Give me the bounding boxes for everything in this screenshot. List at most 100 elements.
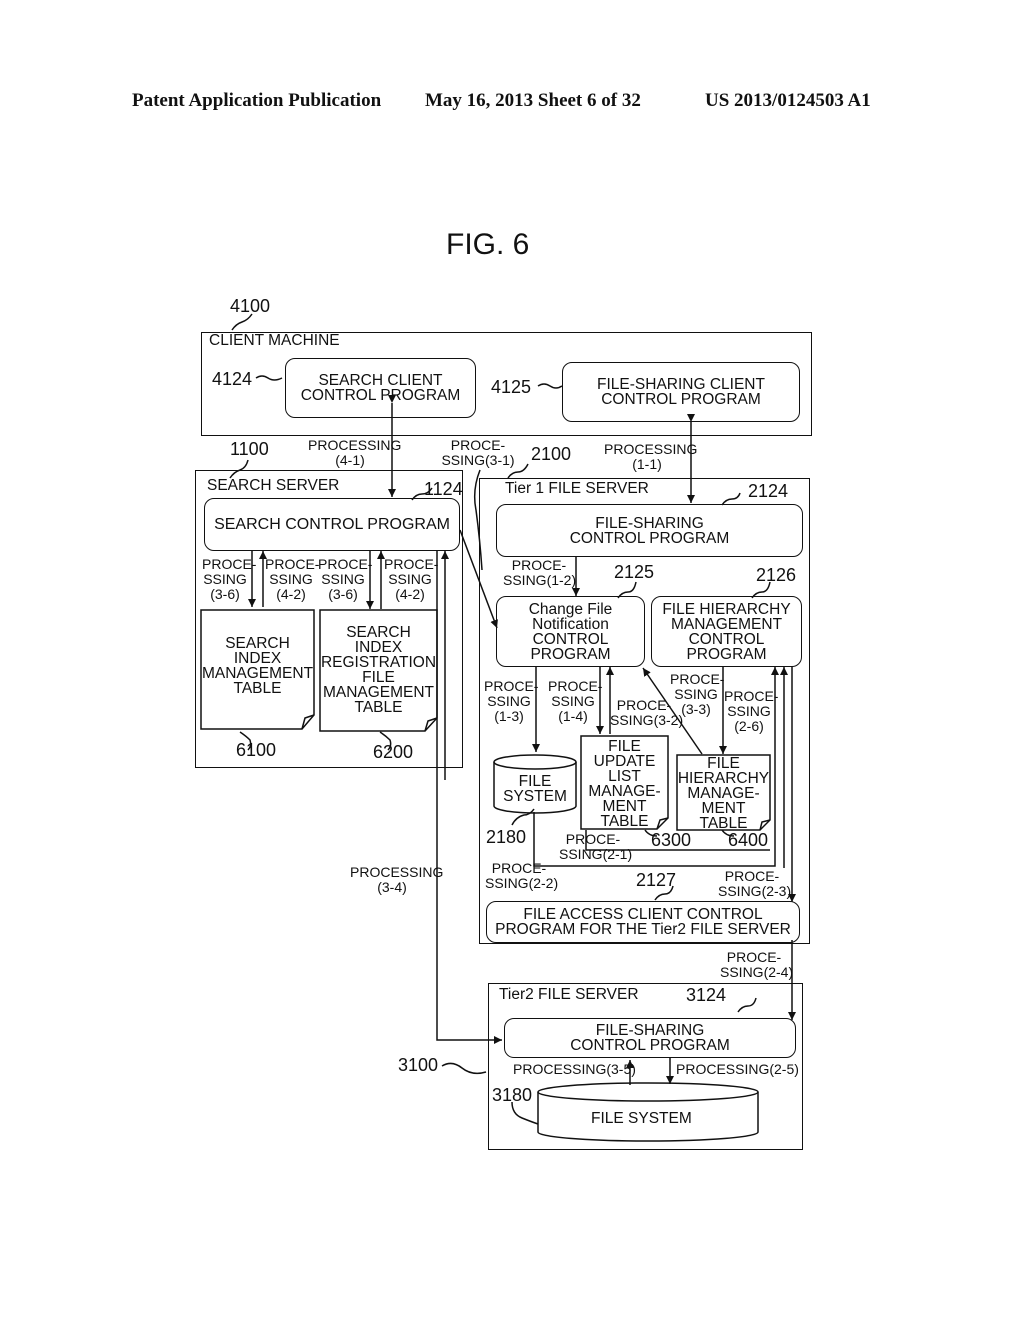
doc-6100-line: INDEX bbox=[233, 650, 282, 667]
access-client-line2: PROGRAM FOR THE Tier2 FILE SERVER bbox=[495, 921, 791, 938]
label-processing-3-5: PROCESSING(3-5) bbox=[513, 1061, 636, 1077]
hierarchy-prog-line: CONTROL bbox=[688, 630, 765, 648]
doc-6400-line: MANAGE- bbox=[687, 785, 760, 802]
ref-1100: 1100 bbox=[230, 439, 269, 459]
doc-6100-line: MANAGEMENT bbox=[201, 665, 314, 682]
doc-6200-line: TABLE bbox=[354, 699, 403, 716]
tier2-label: Tier2 FILE SERVER bbox=[499, 986, 639, 1003]
file-update-list-management-table[interactable]: FILE UPDATE LIST MANAGE- MENT TABLE bbox=[581, 738, 668, 830]
doc-6300-line: FILE bbox=[608, 738, 641, 755]
label-processing-4-2a: PROCE- SSING (4-2) bbox=[265, 556, 320, 602]
doc-6300-line: UPDATE bbox=[593, 753, 656, 770]
search-client-line2: CONTROL PROGRAM bbox=[300, 387, 461, 404]
label-processing-1-4: PROCE- SSING (1-4) bbox=[548, 678, 603, 724]
tier1-file-sharing-line2: CONTROL PROGRAM bbox=[569, 529, 730, 547]
hierarchy-prog-line: PROGRAM bbox=[686, 645, 767, 663]
label-processing-2-5: PROCESSING(2-5) bbox=[676, 1061, 799, 1077]
doc-6300-line: MANAGE- bbox=[588, 783, 661, 800]
notify-line: Change File bbox=[528, 600, 613, 618]
notify-line: CONTROL bbox=[532, 630, 609, 648]
tier1-label: Tier 1 FILE SERVER bbox=[505, 480, 649, 497]
file-hierarchy-management-control-program[interactable]: FILE HIERARCHY MANAGEMENT CONTROL PROGRA… bbox=[651, 596, 802, 667]
tier1-file-sharing-line1: FILE-SHARING bbox=[595, 514, 704, 532]
label-processing-3-4: PROCESSING (3-4) bbox=[350, 864, 444, 895]
ref-4100: 4100 bbox=[230, 296, 271, 316]
label-processing-4-1: PROCESSING (4-1) bbox=[308, 437, 402, 468]
doc-6200-line: SEARCH bbox=[346, 624, 411, 641]
doc-6100-line: SEARCH bbox=[225, 635, 290, 652]
doc-6400-line: TABLE bbox=[699, 815, 748, 832]
ref-4124: 4124 bbox=[212, 369, 253, 389]
label-processing-1-3: PROCE- SSING (1-3) bbox=[484, 678, 539, 724]
label-processing-2-4: PROCE- SSING(2-4) bbox=[720, 949, 794, 980]
search-control-label: SEARCH CONTROL PROGRAM bbox=[214, 516, 450, 533]
doc-6300-line: MENT bbox=[602, 798, 647, 815]
label-processing-3-1: PROCE- SSING(3-1) bbox=[441, 437, 515, 468]
search-control-program[interactable]: SEARCH CONTROL PROGRAM bbox=[204, 498, 460, 551]
leader-4100 bbox=[231, 313, 253, 331]
doc-6400-line: HIERARCHY bbox=[677, 770, 770, 787]
search-index-registration-file-management-table[interactable]: SEARCH INDEX REGISTRATION FILE MANAGEMEN… bbox=[320, 624, 437, 716]
ref-2127: 2127 bbox=[636, 870, 677, 890]
ref-2180: 2180 bbox=[486, 827, 527, 847]
label-processing-2-3: PROCE- SSING(2-3) bbox=[718, 868, 792, 899]
ref-2100: 2100 bbox=[531, 444, 572, 464]
hierarchy-prog-line: MANAGEMENT bbox=[670, 615, 783, 633]
label-processing-3-3: PROCE- SSING (3-3) bbox=[670, 671, 725, 717]
search-client-line1: SEARCH CLIENT bbox=[318, 372, 443, 389]
ref-3100: 3100 bbox=[398, 1055, 439, 1075]
ref-6400: 6400 bbox=[728, 830, 769, 850]
label-processing-1-2: PROCE- SSING(1-2) bbox=[503, 557, 577, 588]
change-file-notification-control-program[interactable]: Change File Notification CONTROL PROGRAM bbox=[496, 596, 645, 667]
file-hierarchy-management-table[interactable]: FILE HIERARCHY MANAGE- MENT TABLE bbox=[677, 755, 770, 832]
doc-6100-line: TABLE bbox=[233, 680, 282, 697]
ref-6200: 6200 bbox=[373, 742, 414, 762]
ref-3180: 3180 bbox=[492, 1085, 533, 1105]
label-processing-2-6: PROCE- SSING (2-6) bbox=[724, 688, 779, 734]
doc-6400-line: MENT bbox=[701, 800, 746, 817]
label-processing-2-2: PROCE- SSING(2-2) bbox=[485, 860, 559, 891]
tier1-file-sharing-control-program[interactable]: FILE-SHARING CONTROL PROGRAM bbox=[496, 504, 803, 557]
hierarchy-prog-line: FILE HIERARCHY bbox=[662, 600, 791, 618]
tier1-file-system[interactable]: FILE SYSTEM bbox=[494, 773, 576, 805]
doc-6200-line: REGISTRATION bbox=[320, 654, 437, 671]
label-processing-3-6b: PROCE- SSING (3-6) bbox=[318, 556, 373, 602]
access-client-line1: FILE ACCESS CLIENT CONTROL bbox=[523, 906, 763, 923]
search-client-control-program[interactable]: SEARCH CLIENT CONTROL PROGRAM bbox=[285, 358, 476, 418]
file-sharing-client-line1: FILE-SHARING CLIENT bbox=[597, 376, 765, 393]
doc-6400-line: FILE bbox=[707, 755, 740, 772]
ref-4125: 4125 bbox=[491, 377, 532, 397]
tier2-file-sharing-control-program[interactable]: FILE-SHARING CONTROL PROGRAM bbox=[504, 1018, 796, 1058]
label-processing-3-6a: PROCE- SSING (3-6) bbox=[202, 556, 257, 602]
doc-6200-line: FILE bbox=[362, 669, 395, 686]
tier2-file-sharing-line1: FILE-SHARING bbox=[595, 1022, 705, 1039]
file-access-client-control-program[interactable]: FILE ACCESS CLIENT CONTROL PROGRAM FOR TH… bbox=[486, 901, 800, 943]
notify-line: PROGRAM bbox=[530, 645, 611, 663]
notify-line: Notification bbox=[532, 615, 609, 633]
label-processing-4-2b: PROCE- SSING (4-2) bbox=[384, 556, 439, 602]
label-processing-2-1: PROCE- SSING(2-1) bbox=[559, 831, 633, 862]
ref-3124: 3124 bbox=[686, 985, 727, 1005]
doc-6200-line: MANAGEMENT bbox=[322, 684, 435, 701]
label-processing-1-1: PROCESSING (1-1) bbox=[604, 441, 698, 472]
tier2-file-sharing-line2: CONTROL PROGRAM bbox=[570, 1037, 730, 1054]
tier2-file-system[interactable]: FILE SYSTEM bbox=[591, 1111, 692, 1127]
file-sharing-client-line2: CONTROL PROGRAM bbox=[601, 391, 761, 408]
fs-line: SYSTEM bbox=[503, 788, 567, 805]
file-sharing-client-control-program[interactable]: FILE-SHARING CLIENT CONTROL PROGRAM bbox=[562, 362, 800, 422]
doc-6200-line: INDEX bbox=[354, 639, 403, 656]
ref-2126: 2126 bbox=[756, 565, 797, 585]
leader-3100 bbox=[441, 1062, 487, 1075]
search-server-label: SEARCH SERVER bbox=[207, 477, 340, 494]
ref-2125: 2125 bbox=[614, 562, 655, 582]
doc-6300-line: LIST bbox=[608, 768, 641, 785]
ref-6100: 6100 bbox=[236, 740, 277, 760]
ref-1124: 1124 bbox=[424, 479, 463, 499]
client-machine-label: CLIENT MACHINE bbox=[209, 332, 340, 349]
search-index-management-table[interactable]: SEARCH INDEX MANAGEMENT TABLE bbox=[201, 635, 314, 697]
ref-2124: 2124 bbox=[748, 481, 789, 501]
fs-line: FILE bbox=[518, 773, 552, 790]
label-processing-3-2: PROCE- SSING(3-2) bbox=[610, 697, 684, 728]
ref-6300: 6300 bbox=[651, 830, 692, 850]
doc-6300-line: TABLE bbox=[600, 813, 649, 830]
